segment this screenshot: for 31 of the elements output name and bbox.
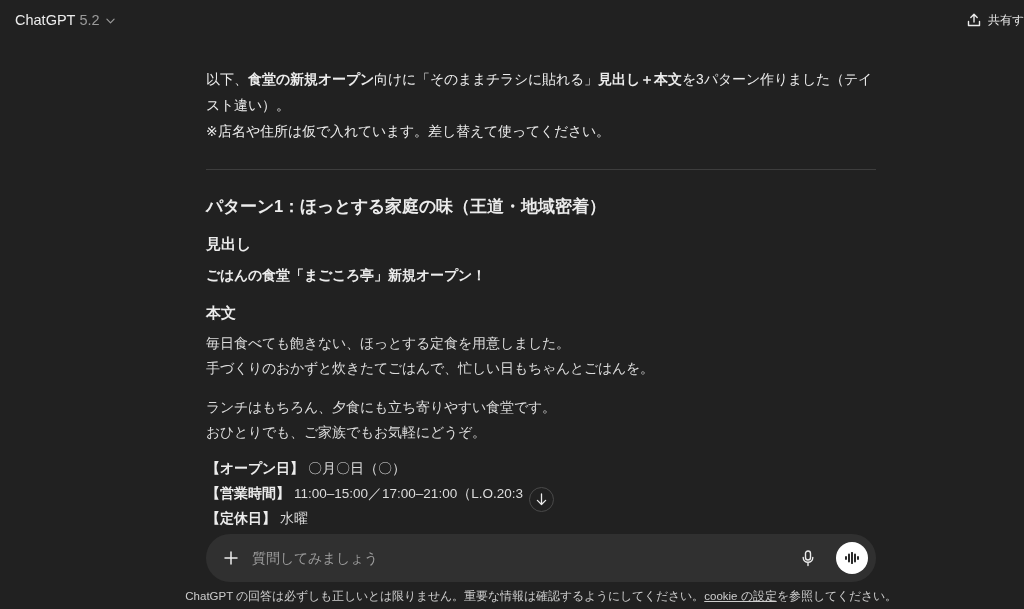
arrow-down-icon [536,493,547,506]
plus-icon [224,551,238,565]
voice-mode-button[interactable] [836,542,868,574]
cookie-settings-link[interactable]: cookie の設定 [704,590,777,602]
chevron-down-icon [105,17,115,24]
body-text-line: 手づくりのおかずと炊きたてごはんで、忙しい日もちゃんとごはんを。 [206,360,655,378]
disclaimer-text: ChatGPT の回答は必ずしも正しいとは限りません。重要な情報は確認するようにしてください。cookie の設定を参照してください。 [184,589,898,604]
detail-label: 【営業時間】 [206,485,290,503]
prompt-field[interactable]: 質問してみましょう [206,534,876,582]
headline-text: ごはんの食堂「まごころ亭」新規オープン！ [206,267,487,285]
body-text-line: 毎日食べても飽きない、ほっとする定食を用意しました。 [206,335,571,353]
detail-value: 〇月〇日（〇） [308,460,406,478]
model-selector[interactable]: ChatGPT 5.2 [8,7,122,33]
sub-heading: 本文 [206,303,237,323]
waveform-icon [845,552,859,564]
detail-label: 【定休日】 [206,510,276,528]
note-text: ※店名や住所は仮で入れています。差し替えて使ってください。 [206,123,611,141]
detail-value: 水曜 [280,510,308,528]
body-text-line: おひとりでも、ご家族でもお気軽にどうぞ。 [206,424,487,442]
share-icon [967,13,981,27]
intro-paragraph: 以下、食堂の新規オープン向けに「そのままチラシに貼れる」見出し＋本文を3パターン作りました（テイスト違い）。 [206,71,873,115]
share-button[interactable]: 共有す [959,6,1024,34]
detail-label: 【オープン日】 [206,460,304,478]
add-button[interactable] [222,549,240,567]
detail-value: 11:00–15:00／17:00–21:00（L.O.20:3 [294,485,523,503]
sub-heading: 見出し [206,234,252,254]
body-text-line: ランチはもちろん、夕食にも立ち寄りやすい食堂です。 [206,399,557,417]
section-title: パターン1：ほっとする家庭の味（王道・地域密着） [206,196,608,218]
microphone-icon [802,549,814,567]
prompt-input[interactable]: 質問してみましょう [252,546,799,570]
scroll-down-button[interactable] [529,487,554,512]
